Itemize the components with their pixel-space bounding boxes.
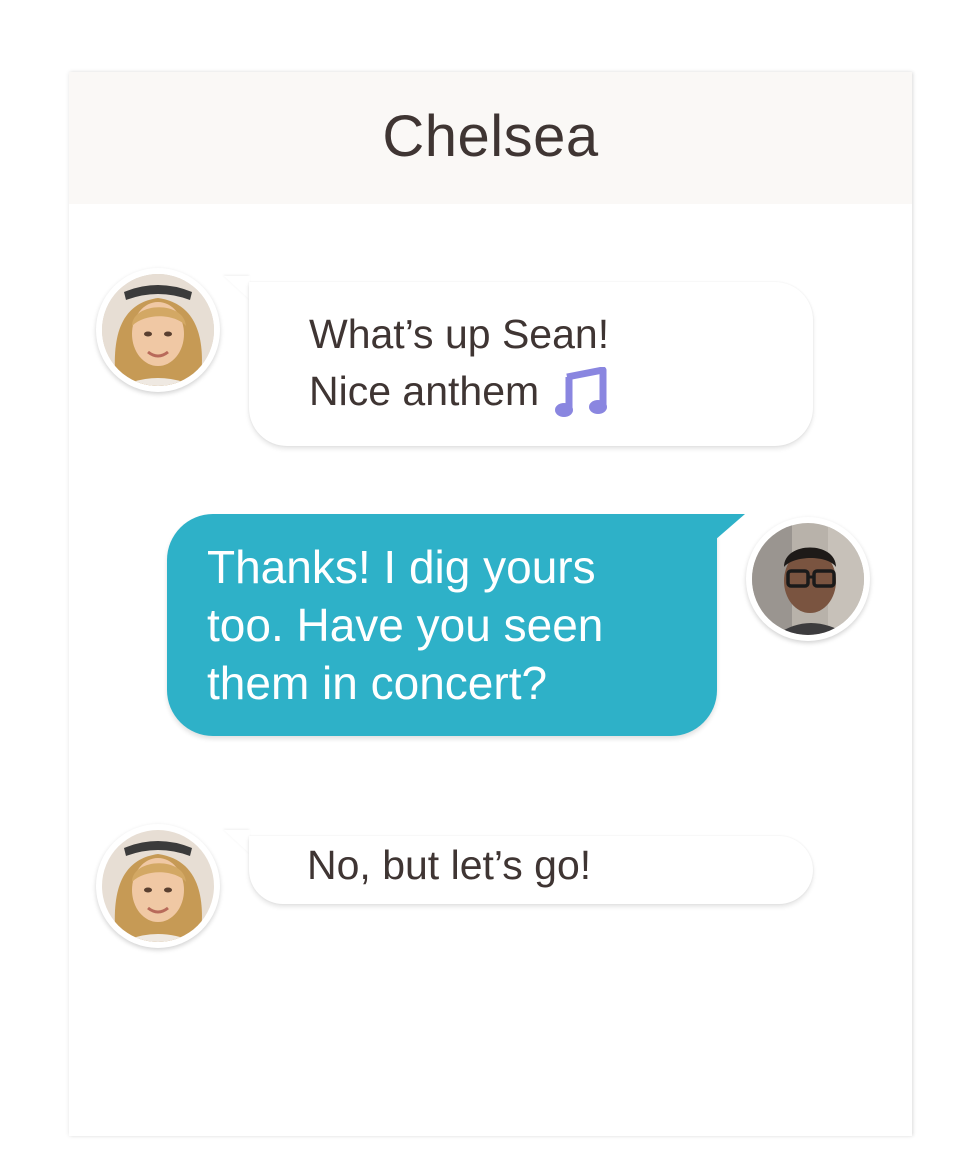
message-bubble-incoming[interactable]: No, but let’s go! — [249, 836, 813, 904]
chelsea-avatar[interactable] — [96, 268, 220, 392]
message-text: No, but let’s go! — [307, 841, 592, 888]
message-bubble-outgoing[interactable]: Thanks! I dig yours too. Have you seen t… — [167, 514, 717, 736]
contact-name[interactable]: Chelsea — [382, 103, 598, 170]
message-text-line: What’s up Sean! — [309, 311, 610, 357]
message-text-line: Nice anthem — [309, 363, 813, 420]
bubble-tail — [715, 514, 745, 540]
bubble-tail — [224, 830, 250, 854]
message-text: Thanks! I dig yours too. Have you seen t… — [207, 541, 604, 709]
chat-header: Chelsea — [69, 72, 912, 204]
chelsea-avatar[interactable] — [96, 824, 220, 948]
message-bubble-incoming[interactable]: What’s up Sean! Nice anthem — [249, 282, 813, 446]
bubble-tail — [224, 276, 250, 300]
sean-avatar[interactable] — [746, 517, 870, 641]
musical-notes-icon — [555, 366, 608, 417]
chat-screen: Chelsea What’s up Sean! Nice anthem Than… — [69, 72, 912, 1136]
